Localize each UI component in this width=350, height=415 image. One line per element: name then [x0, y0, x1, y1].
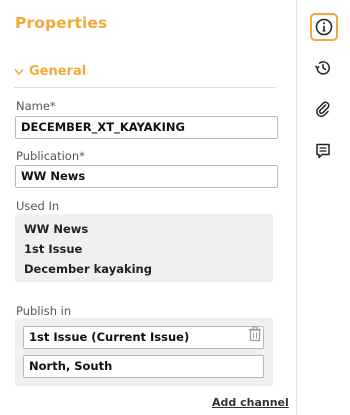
trash-icon[interactable] [248, 326, 262, 342]
panel-title: Properties [15, 14, 108, 32]
section-general-toggle[interactable]: General [14, 64, 86, 79]
attachment-icon [316, 101, 330, 117]
used-in-box: WW News 1st Issue December kayaking [15, 214, 273, 282]
chevron-down-icon [14, 68, 24, 75]
comments-button[interactable] [310, 138, 336, 164]
properties-panel: Properties General Name* DECEMBER_XT_KAY… [0, 0, 296, 415]
used-in-item: December kayaking [24, 262, 152, 276]
publish-in-box: 1st Issue (Current Issue) North, South [15, 318, 273, 386]
attachments-button[interactable] [310, 96, 336, 122]
name-label: Name* [16, 99, 56, 113]
add-channel-link[interactable]: Add channel [212, 396, 289, 409]
publish-in-label: Publish in [16, 304, 72, 318]
used-in-item: WW News [24, 222, 89, 236]
used-in-label: Used In [16, 199, 60, 213]
history-icon [314, 61, 330, 75]
section-title: General [29, 64, 87, 79]
used-in-item: 1st Issue [24, 242, 83, 256]
properties-window: Properties General Name* DECEMBER_XT_KAY… [0, 0, 350, 415]
section-divider [14, 87, 276, 88]
history-button[interactable] [310, 55, 336, 81]
comments-icon [316, 143, 330, 159]
info-button[interactable] [310, 13, 338, 41]
sidebar-divider [296, 0, 297, 415]
name-field[interactable]: DECEMBER_XT_KAYAKING [15, 116, 278, 139]
editions-select[interactable]: North, South [23, 355, 264, 378]
publication-field[interactable]: WW News [15, 165, 278, 188]
info-icon [315, 18, 333, 36]
issue-select[interactable]: 1st Issue (Current Issue) [23, 326, 264, 349]
publication-label: Publication* [16, 149, 85, 163]
